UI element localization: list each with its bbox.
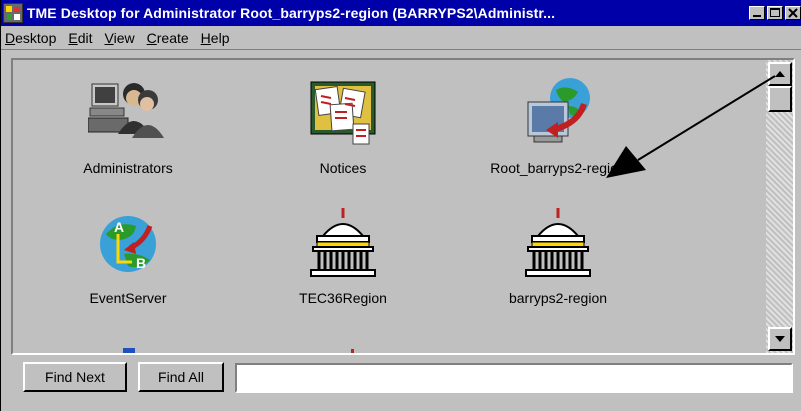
find-input[interactable] — [235, 363, 793, 393]
event-server-icon: A B — [88, 204, 168, 284]
tile-tec36region[interactable]: TEC36Region — [238, 204, 448, 306]
notices-icon — [303, 74, 383, 154]
tile-label: Administrators — [83, 160, 173, 176]
policy-region-icon — [518, 74, 598, 154]
tile-label: TEC36Region — [299, 290, 387, 306]
region-building-icon — [518, 204, 598, 284]
tile-label: Notices — [319, 160, 367, 176]
menu-edit[interactable]: Edit — [68, 30, 92, 46]
tile-eventserver[interactable]: A B EventServer — [23, 204, 233, 306]
tme-desktop-window: TME Desktop for Administrator Root_barry… — [0, 0, 801, 411]
title-bar[interactable]: TME Desktop for Administrator Root_barry… — [1, 0, 801, 26]
partial-icon-edge — [123, 348, 135, 353]
svg-text:A: A — [114, 219, 124, 235]
tile-label: Root_barryps2-region — [490, 160, 626, 176]
tme-app-icon[interactable] — [3, 3, 23, 23]
menu-help[interactable]: Help — [201, 30, 230, 46]
arrow-down-icon — [775, 336, 785, 342]
close-icon — [788, 8, 798, 18]
region-building-icon — [303, 204, 383, 284]
menu-bar: Desktop Edit View Create Help — [1, 26, 801, 50]
partial-icon-edge — [351, 349, 354, 353]
tile-root-barryps2-region[interactable]: Root_barryps2-region — [453, 74, 663, 176]
tile-administrators[interactable]: Administrators — [23, 74, 233, 176]
maximize-icon — [770, 8, 781, 17]
find-all-button[interactable]: Find All — [138, 362, 224, 392]
window-title: TME Desktop for Administrator Root_barry… — [26, 5, 556, 21]
tile-label: barryps2-region — [508, 290, 608, 306]
tile-notices[interactable]: Notices — [238, 74, 448, 176]
tile-barryps2-region[interactable]: barryps2-region — [453, 204, 663, 306]
administrators-icon — [87, 74, 168, 154]
menu-create[interactable]: Create — [147, 30, 189, 46]
close-button[interactable] — [785, 6, 801, 20]
minimize-icon — [753, 15, 762, 17]
menu-desktop[interactable]: Desktop — [5, 30, 56, 46]
vertical-scrollbar[interactable] — [765, 60, 793, 353]
scroll-down-button[interactable] — [768, 327, 792, 351]
maximize-button[interactable] — [767, 6, 784, 20]
desktop-icon-pane: Administrators Notices Root_barryps2-reg… — [11, 58, 795, 355]
arrow-up-icon — [775, 71, 785, 77]
minimize-button[interactable] — [749, 6, 766, 20]
find-bar: Find Next Find All — [1, 356, 801, 411]
find-next-button[interactable]: Find Next — [23, 362, 127, 392]
tile-label: EventServer — [89, 290, 167, 306]
scroll-thumb[interactable] — [768, 86, 792, 112]
icon-grid: Administrators Notices Root_barryps2-reg… — [13, 60, 765, 353]
scroll-up-button[interactable] — [768, 62, 792, 86]
menu-view[interactable]: View — [105, 30, 135, 46]
svg-text:B: B — [136, 255, 146, 271]
